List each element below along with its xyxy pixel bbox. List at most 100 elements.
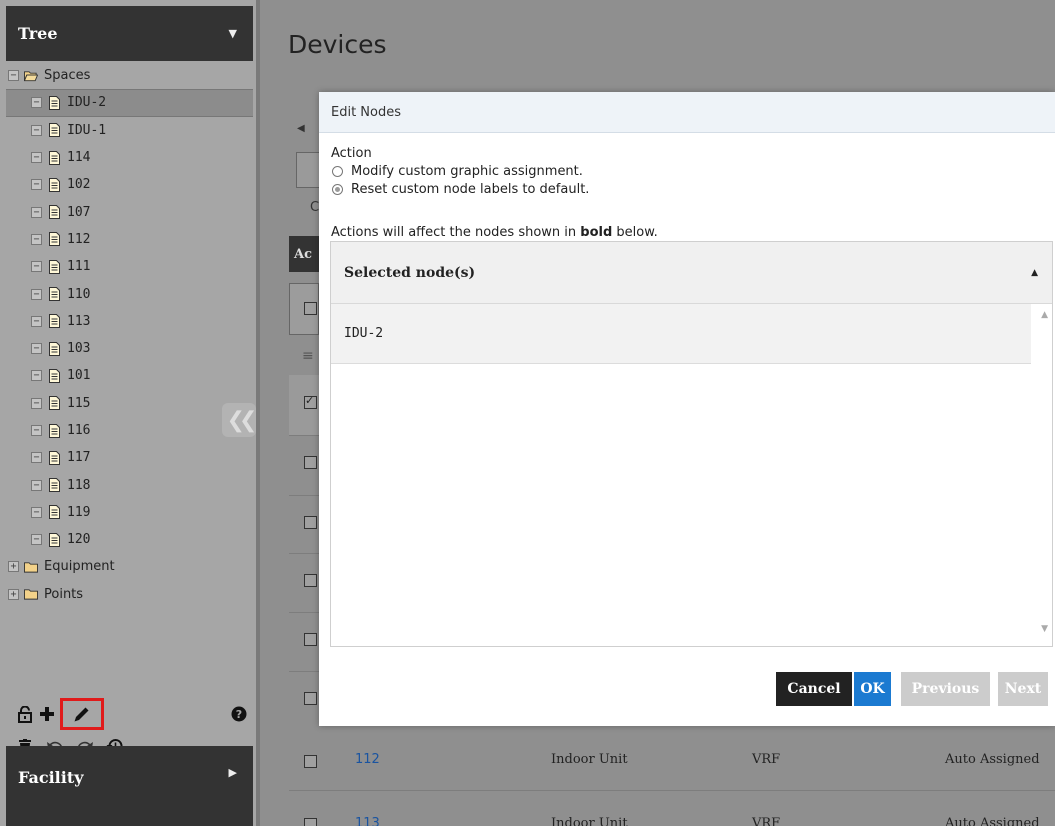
tree-node-space[interactable]: − 116 [6,417,253,444]
document-icon [47,368,61,383]
radio-modify-graphic[interactable]: Modify custom graphic assignment. [332,164,583,179]
collapse-caret-icon[interactable]: ▼ [229,27,237,40]
document-icon [47,396,61,411]
affect-note: Actions will affect the nodes shown in b… [331,225,658,240]
unlock-icon[interactable] [14,703,36,725]
row-checkbox[interactable] [304,516,317,529]
tree-node-space[interactable]: − IDU-1 [6,117,253,144]
table-row-partial[interactable]: 113 Indoor Unit VRF Auto Assigned [0,814,1055,826]
selected-node-label: IDU-2 [344,326,384,341]
device-name-link[interactable]: 113 [355,816,380,826]
tree-list: − Spaces − IDU-2 − IDU-1 − 114 − 102 − 1… [6,62,253,608]
scroll-down-arrow-icon[interactable]: ▼ [1041,624,1048,634]
collapse-toggle-icon[interactable]: − [31,506,42,518]
tree-node-space[interactable]: − 113 [6,308,253,335]
row-checkbox[interactable] [304,692,317,705]
collapse-panel-button[interactable]: ❮❮ [222,403,257,437]
tree-node-space[interactable]: − 111 [6,253,253,280]
edit-pencil-icon[interactable] [60,698,104,730]
collapse-toggle-icon[interactable]: − [31,179,42,191]
collapse-toggle-icon[interactable]: − [31,479,42,491]
document-icon [47,450,61,465]
tree-node-label: 118 [67,477,91,493]
scroll-up-arrow-icon[interactable]: ▲ [1041,310,1048,320]
filter-icon[interactable]: ≡ [302,348,314,364]
tree-node-label: 113 [67,313,91,329]
help-icon[interactable]: ? [228,703,250,725]
actions-fragment: Ac [294,247,313,262]
tree-node-space[interactable]: − 101 [6,362,253,389]
tree-node-label: Points [44,586,84,602]
document-icon [47,505,61,520]
row-checkbox[interactable] [304,818,317,826]
tree-node-label: 120 [67,532,91,548]
collapse-toggle-icon[interactable]: − [31,315,42,327]
tree-node-space[interactable]: − 115 [6,390,253,417]
row-checkbox[interactable] [304,755,317,768]
collapse-toggle-icon[interactable]: − [31,233,42,245]
collapse-toggle-icon[interactable]: − [31,152,42,164]
sort-ascending-icon[interactable]: ▲ [1031,268,1038,278]
radio-reset-labels[interactable]: Reset custom node labels to default. [332,182,589,197]
tree-node-label: 102 [67,177,91,193]
cancel-button[interactable]: Cancel [776,672,852,706]
scroll-left-icon[interactable]: ◀ [297,123,305,134]
svg-text:?: ? [236,708,242,721]
radio-button-selected[interactable] [332,184,343,195]
tree-node-spaces[interactable]: − Spaces [6,62,253,89]
collapse-toggle-icon[interactable]: − [31,343,42,355]
tree-node-space[interactable]: − 120 [6,526,253,553]
collapse-toggle-icon[interactable]: − [31,397,42,409]
tree-node-space[interactable]: − 118 [6,471,253,498]
collapse-toggle-icon[interactable]: − [31,370,42,382]
actions-button[interactable]: Ac [289,236,319,272]
tree-node-space[interactable]: − 114 [6,144,253,171]
collapse-toggle-icon[interactable]: − [31,534,42,546]
select-all-checkbox[interactable] [304,302,317,315]
tree-panel-header[interactable]: Tree ▼ [6,6,253,61]
row-checkbox[interactable] [304,456,317,469]
tree-node-space[interactable]: − IDU-2 [6,89,253,117]
row-checkbox[interactable] [304,574,317,587]
next-button[interactable]: Next [998,672,1048,706]
expand-caret-icon[interactable]: ▶ [229,766,237,779]
tree-node-label: IDU-2 [67,95,107,111]
tree-node-space[interactable]: − 117 [6,444,253,471]
row-checkbox[interactable] [304,633,317,646]
affect-note-suffix: below. [612,225,658,240]
tree-node-equipment[interactable]: + Equipment [6,553,253,580]
previous-button[interactable]: Previous [901,672,990,706]
device-name-link[interactable]: 112 [355,752,380,767]
page-title: Devices [288,30,387,59]
expand-toggle-icon[interactable]: + [8,588,19,600]
tree-node-space[interactable]: − 103 [6,335,253,362]
expand-toggle-icon[interactable]: + [8,561,19,573]
collapse-toggle-icon[interactable]: − [31,124,42,136]
selected-node-row[interactable]: IDU-2 [331,304,1031,364]
collapse-toggle-icon[interactable]: − [31,97,42,109]
collapse-toggle-icon[interactable]: − [31,425,42,436]
tree-node-space[interactable]: − 110 [6,280,253,307]
dialog-title-bar: Edit Nodes [319,92,1055,133]
tree-node-label: IDU-1 [67,122,107,138]
tree-node-space[interactable]: − 107 [6,198,253,225]
tree-node-space[interactable]: − 112 [6,226,253,253]
row-divider [289,790,1055,791]
folder-icon [24,560,38,574]
collapse-toggle-icon[interactable]: − [31,206,42,218]
collapse-toggle-icon[interactable]: − [8,70,19,82]
tree-node-space[interactable]: − 119 [6,499,253,526]
device-assign-cell: Auto Assigned [945,752,1040,767]
tree-node-points[interactable]: + Points [6,581,253,608]
selected-nodes-header[interactable]: Selected node(s) ▲ [331,242,1052,304]
radio-button[interactable] [332,166,343,177]
add-icon[interactable] [36,703,58,725]
tree-node-space[interactable]: − 102 [6,171,253,198]
tree-toolbar: ? [14,698,250,730]
collapse-toggle-icon[interactable]: − [31,452,42,464]
collapse-toggle-icon[interactable]: − [31,261,42,273]
collapse-toggle-icon[interactable]: − [31,288,42,300]
ok-button[interactable]: OK [854,672,891,706]
row-checkbox[interactable] [304,394,317,409]
tab-fragment: C [310,200,320,215]
